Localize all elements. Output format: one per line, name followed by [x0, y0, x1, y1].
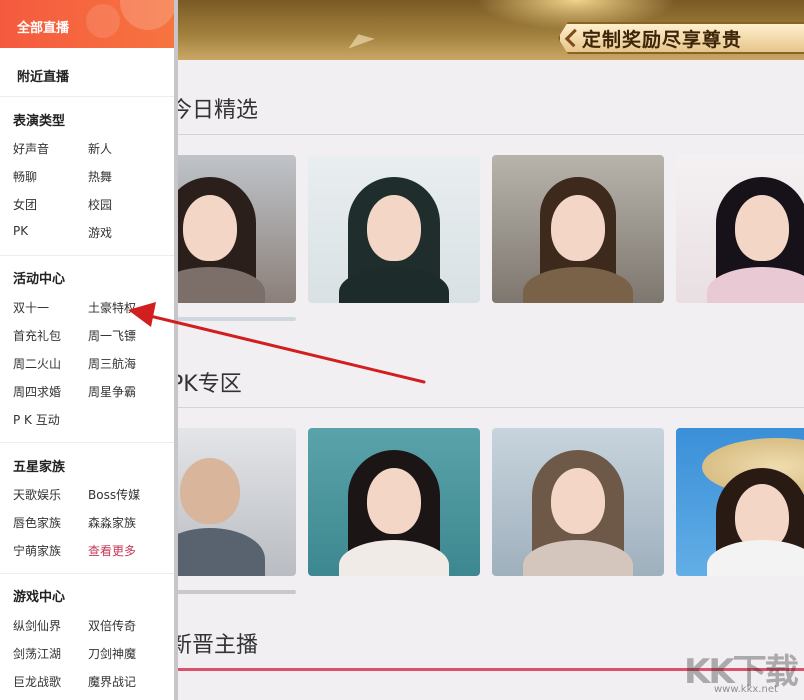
menu-item[interactable]: P K 互动 [13, 411, 60, 428]
menu-item[interactable]: 首充礼包 [13, 327, 61, 344]
section-divider [176, 134, 804, 135]
menu-item[interactable]: 畅聊 [13, 168, 37, 185]
menu-item[interactable]: 唇色家族 [13, 514, 61, 531]
banner-slogan-box: 定制奖励尽享尊贵 [558, 22, 804, 54]
menu-item-nearby-live[interactable]: 附近直播 [17, 66, 69, 85]
banner-slogan: 定制奖励尽享尊贵 [582, 28, 743, 51]
section-divider [176, 407, 804, 408]
group-title-performance: 表演类型 [13, 114, 66, 129]
menu-item[interactable]: PK [13, 224, 28, 238]
menu-item[interactable]: 周二火山 [13, 355, 61, 372]
menu-item[interactable]: 周三航海 [88, 355, 136, 372]
view-more-link[interactable]: 查看更多 [88, 542, 136, 559]
menu-item[interactable]: 新人 [88, 140, 112, 157]
menu-item[interactable]: 周四求婚 [13, 383, 61, 400]
promo-banner[interactable]: 定制奖励尽享尊贵 [176, 0, 804, 60]
streamer-card[interactable] [676, 428, 804, 576]
menu-item[interactable]: 纵剑仙界 [13, 617, 61, 634]
streamer-card[interactable] [308, 155, 480, 303]
menu-item[interactable]: 天歌娱乐 [13, 486, 61, 503]
menu-item[interactable]: 宁萌家族 [13, 542, 61, 559]
group-title-five-star-family: 五星家族 [13, 460, 66, 475]
paper-plane-icon [345, 29, 375, 49]
menu-item[interactable]: 热舞 [88, 168, 112, 185]
site-watermark: KK下载 www.kkx.net [684, 644, 802, 698]
menu-item[interactable]: 双倍传奇 [88, 617, 136, 634]
group-title-game-center: 游戏中心 [13, 590, 66, 605]
menu-item-target[interactable]: 土豪特权 [88, 299, 136, 316]
menu-item[interactable]: 魔界战记 [88, 673, 136, 690]
menu-item[interactable]: Boss传媒 [88, 486, 140, 503]
menu-item[interactable]: 森淼家族 [88, 514, 136, 531]
menu-item[interactable]: 好声音 [13, 140, 49, 157]
chevron-left-icon [564, 28, 584, 48]
streamer-card[interactable] [492, 155, 664, 303]
menu-item[interactable]: 游戏 [88, 224, 112, 241]
streamer-card[interactable] [308, 428, 480, 576]
menu-item[interactable]: 巨龙战歌 [13, 673, 61, 690]
menu-item[interactable]: 周星争霸 [88, 383, 136, 400]
section-title-featured: 今日精选 [176, 98, 259, 123]
section-title-pk: PK专区 [176, 372, 242, 397]
menu-item-all-live[interactable]: 全部直播 [0, 0, 174, 48]
menu-item[interactable]: 双十一 [13, 299, 49, 316]
section-title-new: 新晋主播 [176, 633, 259, 658]
menu-header-label: 全部直播 [17, 21, 70, 36]
watermark-url: www.kkx.net [714, 684, 778, 695]
main-content: 定制奖励尽享尊贵 今日精选 PK专区 新晋主播 [176, 0, 804, 700]
menu-item[interactable]: 周一飞镖 [88, 327, 136, 344]
menu-item[interactable]: 校园 [88, 196, 112, 213]
streamer-card[interactable] [176, 155, 296, 303]
menu-item[interactable]: 剑荡江湖 [13, 645, 61, 662]
streamer-card[interactable] [676, 155, 804, 303]
menu-item[interactable]: 刀剑神魔 [88, 645, 136, 662]
category-menu: 全部直播 附近直播 表演类型 好声音 新人 畅聊 热舞 女团 校园 PK 游戏 … [0, 0, 174, 700]
streamer-card[interactable] [176, 428, 296, 576]
group-title-activity: 活动中心 [13, 272, 66, 287]
menu-item[interactable]: 女团 [13, 196, 37, 213]
streamer-card[interactable] [492, 428, 664, 576]
